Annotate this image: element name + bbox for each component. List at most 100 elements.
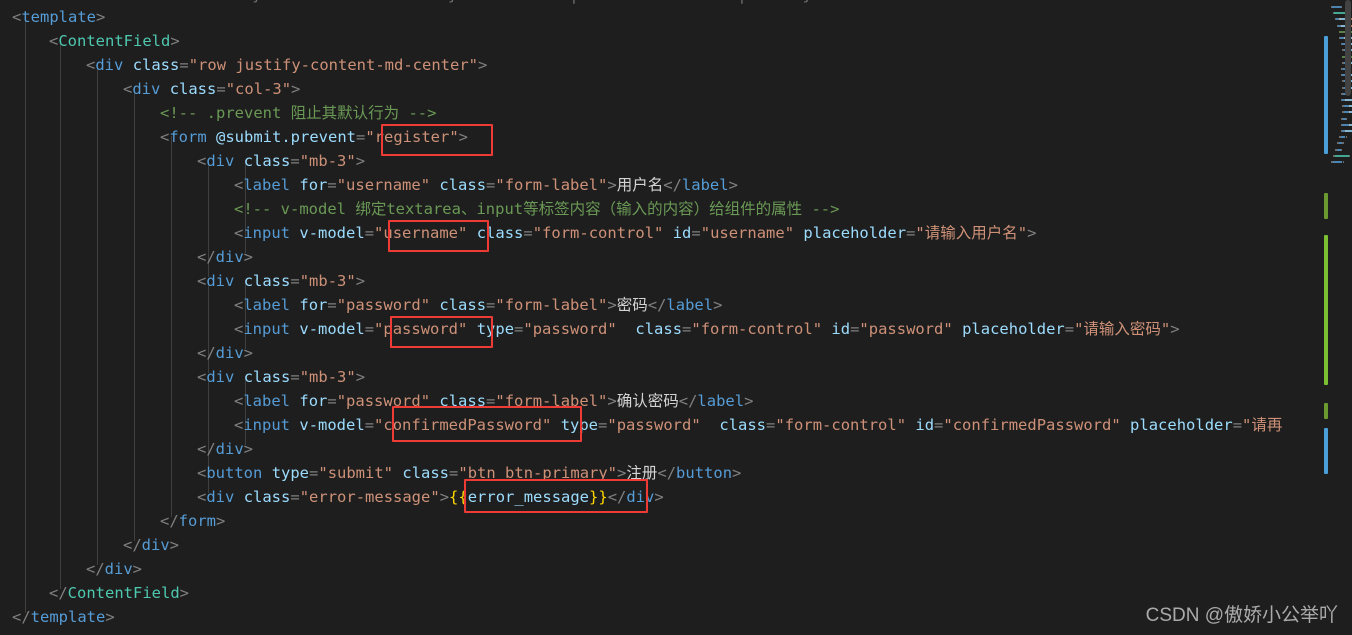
code-line[interactable]: </form> bbox=[160, 509, 225, 533]
code-token-tag: div bbox=[215, 344, 244, 362]
code-token-pct: > bbox=[617, 464, 627, 482]
minimap-token bbox=[1342, 142, 1344, 145]
code-token-mus: }} bbox=[589, 488, 608, 506]
code-line[interactable]: </template> bbox=[12, 605, 115, 629]
code-token-pct: < bbox=[197, 368, 207, 386]
code-token-cmt: <!-- .prevent 阻止其默认行为 --> bbox=[160, 104, 437, 122]
code-token-pct: > bbox=[744, 392, 754, 410]
code-token-str: "form-control" bbox=[775, 416, 907, 434]
code-line[interactable]: </div> bbox=[123, 533, 179, 557]
code-token-pct: > bbox=[732, 464, 742, 482]
code-token-str: "form-label" bbox=[495, 176, 608, 194]
code-token-pct: > bbox=[216, 512, 226, 530]
code-line[interactable]: <template> bbox=[12, 5, 105, 29]
code-token-txtc bbox=[234, 368, 243, 386]
code-token-pct: = bbox=[486, 296, 496, 314]
code-token-str: "form-control" bbox=[532, 224, 664, 242]
code-token-pct: = bbox=[290, 152, 300, 170]
code-token-txtc bbox=[430, 176, 439, 194]
code-line[interactable]: </ContentField> bbox=[49, 581, 189, 605]
code-token-attr: class bbox=[243, 152, 291, 170]
code-token-pct: > bbox=[607, 392, 617, 410]
code-line[interactable]: </div> bbox=[86, 557, 142, 581]
code-token-txtc bbox=[290, 176, 299, 194]
code-token-txtc bbox=[467, 320, 476, 338]
code-line[interactable]: <!-- v-model 绑定textarea、input等标签内容（输入的内容… bbox=[234, 197, 839, 221]
code-token-pct: </ bbox=[86, 560, 105, 578]
code-token-pct: = bbox=[850, 320, 860, 338]
code-token-txtc bbox=[663, 224, 672, 242]
code-token-pct: < bbox=[197, 272, 207, 290]
code-line[interactable]: <ContentField> bbox=[49, 29, 180, 53]
minimap-token bbox=[1335, 154, 1349, 157]
code-token-attr: @submit.prevent bbox=[216, 128, 356, 146]
code-token-txtc bbox=[953, 320, 962, 338]
code-token-attr: for bbox=[299, 392, 328, 410]
minimap-token bbox=[1349, 154, 1351, 157]
code-line[interactable]: <label for="password" class="form-label"… bbox=[234, 389, 753, 413]
code-token-tag: div bbox=[95, 56, 124, 74]
code-line[interactable]: <div class="col-3"> bbox=[123, 77, 300, 101]
vertical-scrollbar-thumb[interactable] bbox=[1345, 0, 1351, 96]
code-token-str: "col-3" bbox=[225, 80, 292, 98]
code-token-txtc: 用户名 bbox=[616, 176, 664, 194]
code-token-str: "register" bbox=[365, 128, 459, 146]
code-token-tag: label bbox=[243, 296, 291, 314]
code-token-str: "confirmedPassword" bbox=[374, 416, 552, 434]
code-token-txtc bbox=[701, 416, 720, 434]
code-token-txtc bbox=[290, 224, 299, 242]
code-token-comp: ContentField bbox=[58, 32, 171, 50]
code-token-str: "error-message" bbox=[299, 488, 440, 506]
code-token-tag: input bbox=[243, 224, 291, 242]
code-line[interactable]: <!-- .prevent 阻止其默认行为 --> bbox=[160, 101, 436, 125]
code-token-tag: div bbox=[104, 560, 133, 578]
csdn-watermark: CSDN @傲娇小公举吖 bbox=[1145, 605, 1338, 626]
code-token-tag: div bbox=[215, 440, 244, 458]
code-line[interactable]: <input v-model="password" type="password… bbox=[234, 317, 1180, 341]
code-token-pct: </ bbox=[123, 536, 142, 554]
editor-right-gutter[interactable] bbox=[1320, 0, 1352, 635]
code-token-str: "请输入用户名" bbox=[915, 224, 1028, 242]
code-token-pct: = bbox=[1232, 416, 1243, 434]
code-token-pct: > bbox=[607, 296, 617, 314]
code-line[interactable]: <form @submit.prevent="register"> bbox=[160, 125, 468, 149]
code-token-attr: class bbox=[402, 464, 450, 482]
code-token-tag: div bbox=[626, 488, 655, 506]
code-line[interactable]: </div> bbox=[197, 341, 253, 365]
code-token-pct: = bbox=[364, 320, 375, 338]
minimap-token bbox=[1345, 136, 1347, 139]
code-line[interactable]: <input v-model="username" class="form-co… bbox=[234, 221, 1036, 245]
code-token-pct: = bbox=[364, 224, 375, 242]
code-line[interactable]: <input v-model="confirmedPassword" type=… bbox=[234, 413, 1282, 437]
code-line[interactable]: <div class="mb-3"> bbox=[197, 149, 365, 173]
code-line[interactable]: <label for="username" class="form-label"… bbox=[234, 173, 738, 197]
code-token-attr: for bbox=[299, 176, 328, 194]
code-token-attr: class bbox=[476, 224, 524, 242]
code-lines-container[interactable]: <template> <ContentField> <div class="row … bbox=[0, 0, 1320, 635]
code-line[interactable]: <div class="mb-3"> bbox=[197, 269, 365, 293]
code-token-attr: class bbox=[439, 392, 487, 410]
code-line[interactable]: <div class="mb-3"> bbox=[197, 365, 365, 389]
code-token-attr: for bbox=[299, 296, 328, 314]
code-token-pct: > bbox=[478, 56, 488, 74]
code-token-txtc bbox=[430, 392, 439, 410]
code-token-txtc bbox=[290, 320, 299, 338]
code-line[interactable]: </div> bbox=[197, 245, 253, 269]
code-line[interactable]: <label for="password" class="form-label"… bbox=[234, 293, 722, 317]
code-token-str: "请再 bbox=[1242, 416, 1283, 434]
code-token-pct: </ bbox=[49, 584, 68, 602]
code-token-pct: = bbox=[1064, 320, 1075, 338]
code-line[interactable]: <div class="row justify-content-md-cente… bbox=[86, 53, 487, 77]
code-token-pct: = bbox=[906, 224, 916, 242]
code-token-attr: class bbox=[439, 176, 487, 194]
code-token-pct: < bbox=[86, 56, 96, 74]
code-token-attr: class bbox=[243, 368, 291, 386]
code-line[interactable]: <div class="error-message">{{error_messa… bbox=[197, 485, 664, 509]
code-token-pct: = bbox=[327, 296, 337, 314]
code-token-pct: = bbox=[290, 272, 300, 290]
code-token-pct: = bbox=[216, 80, 226, 98]
code-line[interactable]: <button type="submit" class="btn btn-pri… bbox=[197, 461, 741, 485]
code-line[interactable]: </div> bbox=[197, 437, 253, 461]
code-token-pct: </ bbox=[678, 392, 698, 410]
code-token-pct: = bbox=[682, 320, 692, 338]
